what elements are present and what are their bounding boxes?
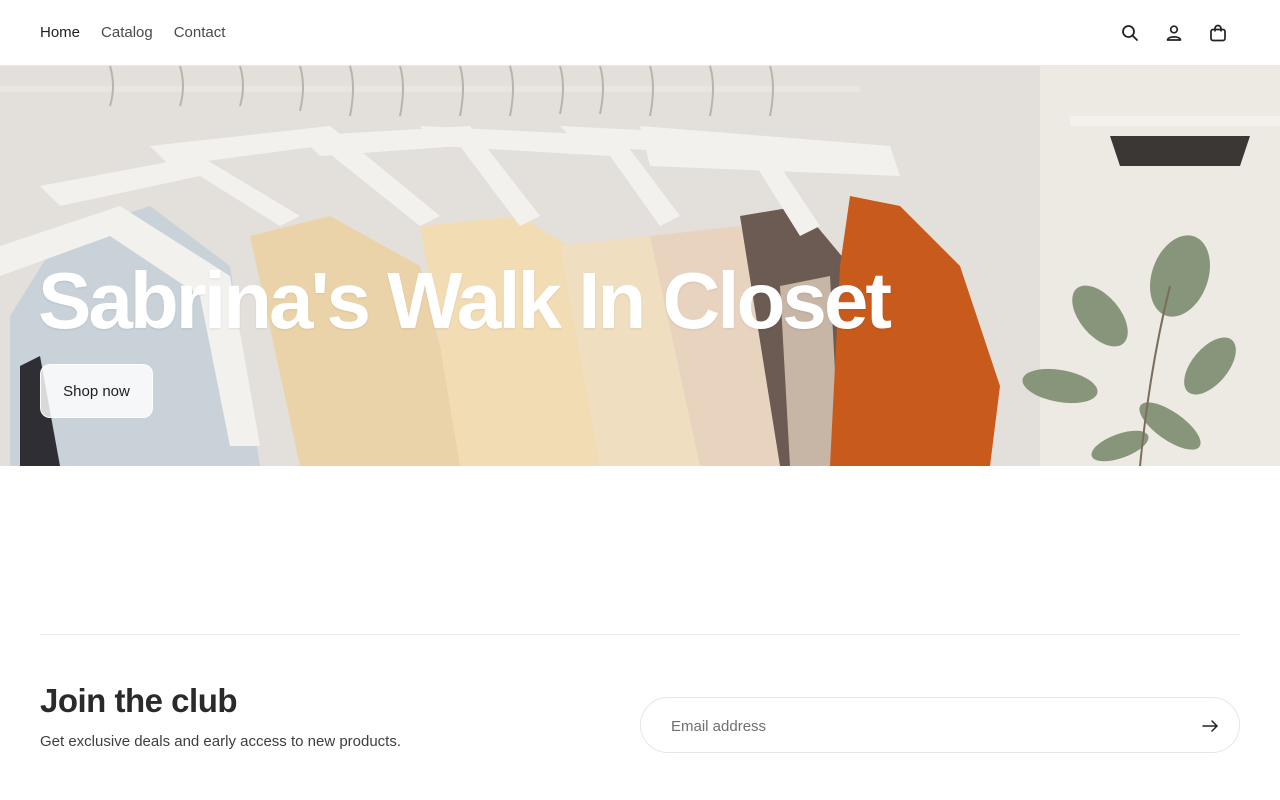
search-icon[interactable] bbox=[1118, 21, 1142, 45]
cart-icon[interactable] bbox=[1206, 21, 1230, 45]
nav-catalog[interactable]: Catalog bbox=[101, 23, 153, 43]
site-header: Home Catalog Contact bbox=[0, 0, 1280, 66]
header-actions bbox=[1118, 21, 1230, 45]
account-icon[interactable] bbox=[1162, 21, 1186, 45]
newsletter-title: Join the club bbox=[40, 682, 238, 719]
nav-home[interactable]: Home bbox=[40, 23, 80, 43]
newsletter-subtitle: Get exclusive deals and early access to … bbox=[40, 733, 402, 750]
email-input[interactable] bbox=[669, 714, 1169, 738]
newsletter-form bbox=[640, 697, 1240, 753]
section-divider bbox=[40, 634, 1240, 635]
arrow-right-icon[interactable] bbox=[1199, 715, 1221, 737]
hero-title: Sabrina's Walk In Closet bbox=[38, 256, 892, 345]
nav-contact[interactable]: Contact bbox=[174, 23, 226, 43]
shop-now-button[interactable]: Shop now bbox=[40, 364, 153, 418]
hero-banner: Sabrina's Walk In Closet Shop now bbox=[0, 66, 1280, 466]
main-nav: Home Catalog Contact bbox=[40, 23, 225, 43]
